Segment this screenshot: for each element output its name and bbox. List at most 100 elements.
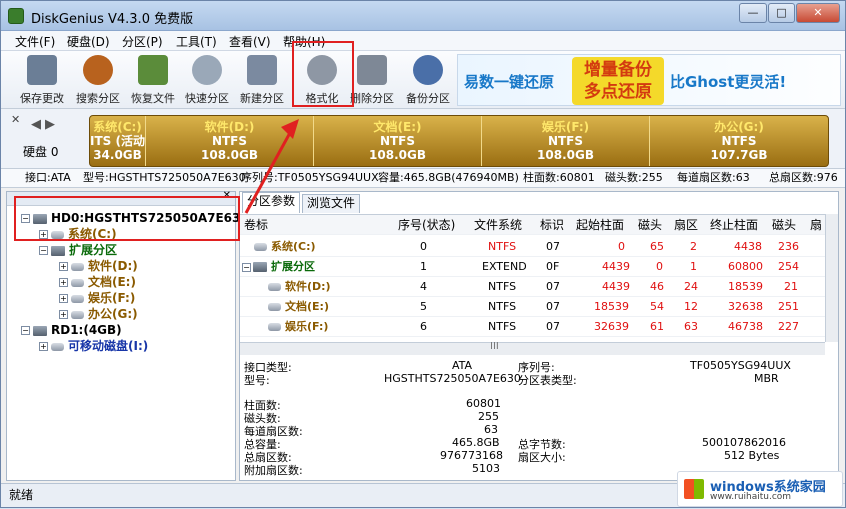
expand-icon[interactable]: + [59, 310, 68, 319]
tree-e-label: 文档(E:) [88, 275, 136, 289]
row-d-fs: NTFS [488, 280, 517, 293]
banner-text-left: 易数一键还原 [464, 73, 555, 91]
disk-map-bar: ◀ ▶ ✕ 硬盘 0 系统(C:) ITS (活动 34.0GB 软件(D:) … [1, 109, 845, 169]
collapse-icon[interactable]: − [242, 262, 251, 272]
detail-ss-label: 扇区大小: [518, 451, 566, 464]
partition-c-name: 系统(C:) [93, 120, 142, 134]
close-button[interactable]: ✕ [796, 3, 840, 23]
minimize-button[interactable]: — [739, 3, 767, 23]
table-vertical-scrollbar[interactable] [825, 214, 838, 342]
table-row[interactable]: − 扩展分区 1 EXTEND 0F 4439 0 1 60800 254 [240, 257, 825, 277]
tab-partition-params[interactable]: 分区参数 [242, 192, 301, 213]
partition-block-g[interactable]: 办公(G:) NTFS 107.7GB [650, 116, 828, 166]
partition-d-fs: NTFS [211, 134, 248, 148]
search-partition-button[interactable]: 搜索分区 [73, 53, 123, 107]
backup-partition-label: 备份分区 [406, 92, 450, 105]
partition-icon [71, 310, 84, 319]
col-label[interactable]: 卷标 [244, 215, 268, 235]
row-d-end-head: 21 [784, 280, 798, 293]
menu-tools[interactable]: 工具(T) [176, 33, 217, 50]
partition-block-c[interactable]: 系统(C:) ITS (活动 34.0GB [90, 116, 146, 166]
col-fs[interactable]: 文件系统 [474, 215, 522, 235]
maximize-button[interactable]: □ [768, 3, 795, 23]
tree-d-label: 软件(D:) [88, 259, 138, 273]
table-row[interactable]: 文档(E:) 5 NTFS 07 18539 54 12 32638 251 [240, 297, 825, 317]
expand-icon[interactable]: + [39, 342, 48, 351]
expand-icon[interactable]: + [59, 262, 68, 271]
tree-extended-label: 扩展分区 [69, 243, 118, 257]
expand-icon[interactable]: + [59, 278, 68, 287]
partition-icon [268, 303, 281, 311]
ad-banner[interactable]: 易数一键还原 增量备份 多点还原 比Ghost更灵活! [457, 54, 841, 106]
extended-partition-icon [253, 262, 267, 272]
menu-bar: 文件(F) 硬盘(D) 分区(P) 工具(T) 查看(V) 帮助(H) [1, 31, 845, 51]
table-row[interactable]: 系统(C:) 0 NTFS 07 0 65 2 4438 236 [240, 237, 825, 257]
detail-extra-value: 5103 [472, 462, 500, 475]
tree-node-f[interactable]: + 娱乐(F:) [59, 290, 135, 306]
row-d-start-head: 46 [650, 280, 664, 293]
row-f-no: 6 [420, 320, 427, 333]
partition-block-e[interactable]: 文档(E:) NTFS 108.0GB [314, 116, 482, 166]
scroll-thumb-grip[interactable]: III [490, 341, 499, 352]
backup-partition-button[interactable]: 备份分区 [403, 53, 453, 107]
row-f-start-sec: 63 [684, 320, 698, 333]
row-f-end-head: 227 [778, 320, 799, 333]
info-capacity: 容量:465.8GB(476940MB) [378, 171, 519, 184]
row-e-label: 文档(E:) [285, 300, 329, 313]
tree-node-rd1[interactable]: − RD1:(4GB) [21, 322, 122, 338]
col-start-sector[interactable]: 扇区 [674, 215, 698, 235]
menu-disk[interactable]: 硬盘(D) [67, 33, 110, 50]
expand-icon[interactable]: + [59, 294, 68, 303]
banner-text-mid: 增量备份 多点还原 [572, 57, 664, 105]
menu-partition[interactable]: 分区(P) [122, 33, 163, 50]
row-d-start-cyl: 4439 [602, 280, 630, 293]
row-d-no: 4 [420, 280, 427, 293]
menu-file[interactable]: 文件(F) [15, 33, 55, 50]
tab-browse-files[interactable]: 浏览文件 [302, 194, 361, 213]
title-bar: DiskGenius V4.3.0 免费版 — □ ✕ [1, 1, 845, 31]
col-end-head[interactable]: 磁头 [772, 215, 796, 235]
partition-block-d[interactable]: 软件(D:) NTFS 108.0GB [146, 116, 314, 166]
col-end-cyl[interactable]: 终止柱面 [710, 215, 758, 235]
tree-node-d[interactable]: + 软件(D:) [59, 258, 138, 274]
tree-node-e[interactable]: + 文档(E:) [59, 274, 136, 290]
partition-block-f[interactable]: 娱乐(F:) NTFS 108.0GB [482, 116, 650, 166]
table-row[interactable]: 娱乐(F:) 6 NTFS 07 32639 61 63 46738 227 [240, 317, 825, 337]
col-id[interactable]: 标识 [540, 215, 564, 235]
table-horizontal-scrollbar[interactable]: III [240, 341, 825, 355]
recover-files-button[interactable]: 恢复文件 [128, 53, 178, 107]
tree-node-extended[interactable]: − 扩展分区 [39, 242, 117, 258]
row-e-cell: 文档(E:) [268, 297, 329, 317]
watermark-logo: windows系统家园 www.ruihaitu.com [677, 471, 843, 507]
partition-icon [254, 243, 267, 251]
partition-c-size: 34.0GB [93, 148, 142, 162]
next-disk-icon[interactable]: ▶ [45, 117, 55, 132]
prev-disk-icon[interactable]: ◀ [31, 117, 41, 132]
detail-sec-value: 976773168 [440, 449, 503, 462]
tree-node-g[interactable]: + 办公(G:) [59, 306, 138, 322]
row-f-end-cyl: 46738 [728, 320, 763, 333]
col-end-sector[interactable]: 扇 [810, 215, 822, 235]
collapse-icon[interactable]: − [39, 246, 48, 255]
partition-g-name: 办公(G:) [714, 120, 764, 134]
partition-icon [71, 278, 84, 287]
detail-cyl-value: 60801 [466, 397, 501, 410]
collapse-icon[interactable]: − [21, 326, 30, 335]
col-start-cyl[interactable]: 起始柱面 [576, 215, 624, 235]
banner-text-right: 比Ghost更灵活! [670, 73, 787, 91]
quick-partition-label: 快速分区 [185, 92, 229, 105]
info-sectors-per-track: 每道扇区数:63 [677, 171, 750, 184]
detail-pt-value: MBR [754, 372, 779, 385]
save-button[interactable]: 保存更改 [17, 53, 67, 107]
new-partition-button[interactable]: 新建分区 [237, 53, 287, 107]
menu-view[interactable]: 查看(V) [229, 33, 271, 50]
table-row[interactable]: 软件(D:) 4 NTFS 07 4439 46 24 18539 21 [240, 277, 825, 297]
delete-icon [357, 55, 387, 85]
col-start-head[interactable]: 磁头 [638, 215, 662, 235]
quick-partition-button[interactable]: 快速分区 [182, 53, 232, 107]
tree-node-removable[interactable]: + 可移动磁盘(I:) [39, 338, 148, 354]
delete-partition-button[interactable]: 删除分区 [347, 53, 397, 107]
tree-g-label: 办公(G:) [88, 307, 138, 321]
row-f-fs: NTFS [488, 320, 517, 333]
col-index[interactable]: 序号(状态) [398, 215, 455, 235]
